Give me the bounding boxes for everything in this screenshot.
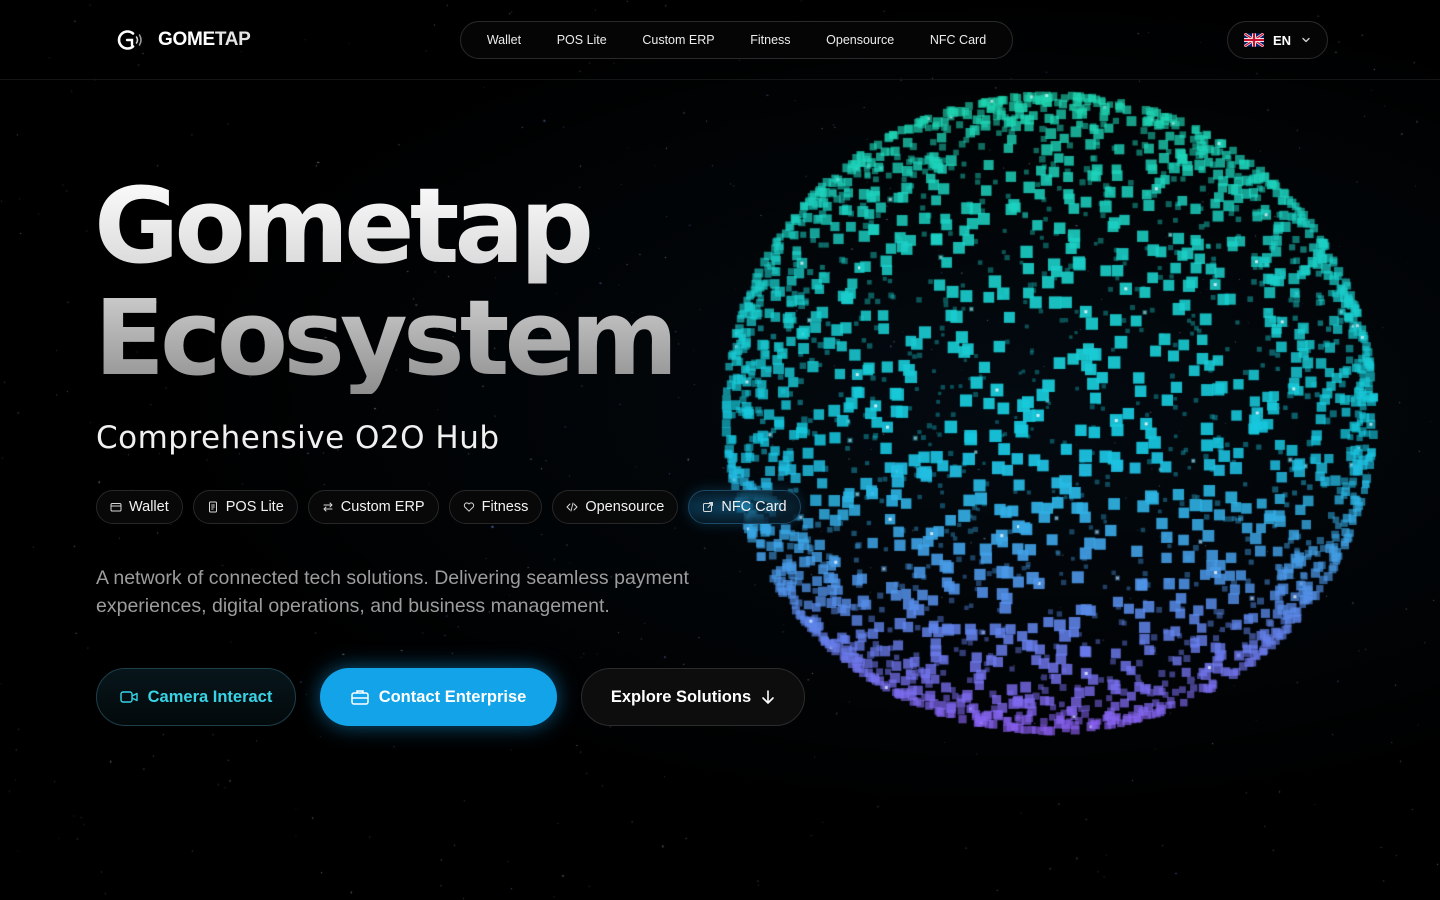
brand-name: GOMETAP [158, 29, 251, 51]
chip-label: Opensource [585, 499, 665, 515]
chip-custom-erp[interactable]: Custom ERP [307, 490, 439, 524]
uk-flag-icon [1244, 33, 1264, 47]
brand-name-part-b: TAP [214, 29, 251, 50]
chip-label: NFC Card [721, 499, 787, 515]
chip-label: POS Lite [225, 499, 284, 515]
nav-item-custom-erp[interactable]: Custom ERP [642, 33, 714, 47]
receipt-icon [208, 501, 217, 513]
nav-item-nfc-card[interactable]: NFC Card [930, 33, 986, 47]
brand-name-part-a: GOME [158, 29, 215, 50]
product-chips: Wallet POS Lite Custom ERP Fitness Opens… [96, 490, 801, 524]
briefcase-icon [350, 690, 369, 705]
heart-icon [463, 502, 474, 512]
video-camera-icon [119, 691, 138, 703]
code-icon [566, 502, 578, 512]
chip-nfc-card[interactable]: NFC Card [688, 490, 801, 524]
chevron-down-icon [1302, 37, 1310, 43]
camera-interact-label: Camera Interact [147, 687, 273, 706]
brand-logo[interactable]: GOMETAP [116, 26, 251, 54]
camera-interact-button[interactable]: Camera Interact [96, 668, 296, 726]
wallet-icon [110, 503, 122, 512]
hero-subtitle: Comprehensive O2O Hub [96, 420, 500, 456]
chip-opensource[interactable]: Opensource [552, 490, 679, 524]
language-selector[interactable]: EN [1227, 21, 1328, 59]
explore-solutions-label: Explore Solutions [610, 687, 752, 706]
chip-label: Fitness [481, 499, 529, 515]
arrow-down-icon [762, 690, 774, 704]
chip-pos-lite[interactable]: POS Lite [192, 490, 298, 524]
nav-item-pos-lite[interactable]: POS Lite [557, 33, 607, 47]
contact-enterprise-button[interactable]: Contact Enterprise [320, 668, 557, 726]
nav-item-wallet[interactable]: Wallet [487, 33, 521, 47]
explore-solutions-button[interactable]: Explore Solutions [581, 668, 805, 726]
hero-title-line-2: Ecosystem [94, 277, 674, 399]
logo-mark-icon [117, 30, 142, 50]
hero-title-line-1: Gometap [94, 165, 590, 287]
contact-enterprise-label: Contact Enterprise [378, 687, 527, 706]
top-header: GOMETAP Wallet POS Lite Custom ERP Fitne… [0, 0, 1440, 80]
nav-item-fitness[interactable]: Fitness [750, 33, 790, 47]
swap-arrows-icon [323, 502, 333, 512]
main-nav: Wallet POS Lite Custom ERP Fitness Opens… [460, 21, 1013, 59]
landing-page: GOMETAP Wallet POS Lite Custom ERP Fitne… [0, 0, 1440, 900]
particle-sphere-visual [690, 90, 1410, 740]
language-code: EN [1273, 32, 1292, 48]
chip-label: Wallet [129, 499, 169, 515]
nav-item-opensource[interactable]: Opensource [826, 33, 894, 47]
chip-label: Custom ERP [340, 499, 425, 515]
chip-wallet[interactable]: Wallet [96, 490, 183, 524]
chip-fitness[interactable]: Fitness [448, 490, 543, 524]
hero-description: A network of connected tech solutions. D… [96, 567, 689, 617]
external-link-icon [703, 502, 714, 512]
hero-title: Gometap Ecosystem [94, 170, 673, 394]
